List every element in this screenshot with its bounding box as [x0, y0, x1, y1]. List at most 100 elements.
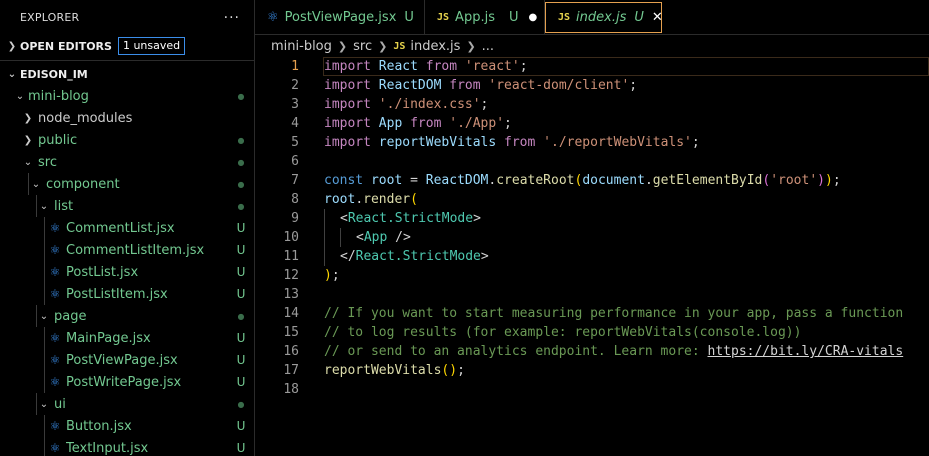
code-line: 14 // If you want to start measuring per… [255, 304, 929, 323]
unsaved-dot-icon[interactable]: ● [528, 12, 537, 23]
untracked-badge: U [236, 243, 246, 257]
code-line: 16 // or send to an analytics endpoint. … [255, 342, 929, 361]
tree-label: PostWritePage.jsx [66, 374, 182, 390]
line-number: 11 [283, 249, 299, 264]
modified-dot-icon: ● [237, 311, 245, 321]
file-mainpage[interactable]: ⚛ MainPage.jsx U [0, 327, 254, 349]
tree-label: TextInput.jsx [66, 440, 149, 456]
folder-page[interactable]: ⌄ page ● [0, 305, 254, 327]
breadcrumb-item[interactable]: src [353, 39, 372, 54]
tree-label: PostViewPage.jsx [66, 352, 178, 368]
chevron-down-icon: ⌄ [39, 200, 49, 212]
indent-guide [44, 283, 45, 305]
tab-index-js[interactable]: JS index.js U ✕ [545, 2, 663, 33]
folder-ui[interactable]: ⌄ ui ● [0, 393, 254, 415]
untracked-badge: U [236, 331, 246, 345]
tree-label: CommentListItem.jsx [66, 242, 205, 258]
js-icon: JS [558, 12, 571, 23]
line-number: 18 [283, 382, 299, 397]
code-text: import './index.css'; [324, 97, 489, 112]
tree-label: CommentList.jsx [66, 220, 175, 236]
breadcrumb: mini-blog ❯ src ❯ JS index.js ❯ ... [255, 35, 929, 57]
chevron-right-icon: ❯ [378, 39, 388, 53]
react-icon: ⚛ [49, 265, 61, 279]
indent-guide [44, 349, 45, 371]
untracked-badge: U [236, 419, 246, 433]
chevron-right-icon: ❯ [337, 39, 348, 53]
react-icon: ⚛ [49, 331, 61, 345]
folder-mini-blog[interactable]: ⌄ mini-blog ● [0, 85, 254, 107]
tab-label: index.js [576, 10, 627, 25]
breadcrumb-item[interactable]: mini-blog [271, 39, 332, 54]
tree-label: PostList.jsx [66, 264, 139, 280]
open-editors-section[interactable]: ❯ OPEN EDITORS 1 unsaved [0, 35, 254, 57]
file-button[interactable]: ⚛ Button.jsx U [0, 415, 254, 437]
indent-guide [36, 195, 37, 217]
line-number: 8 [291, 192, 299, 207]
chevron-down-icon: ⌄ [23, 156, 33, 168]
unsaved-badge: 1 unsaved [117, 37, 186, 55]
file-postlist[interactable]: ⚛ PostList.jsx U [0, 261, 254, 283]
workspace-section[interactable]: ⌄ EDISON_IM [0, 63, 254, 85]
code-line: 18 [255, 380, 929, 399]
code-text: import reportWebVitals from './reportWeb… [324, 135, 700, 150]
breadcrumb-item[interactable]: ... [482, 39, 494, 54]
tab-postviewpage[interactable]: ⚛ PostViewPage.jsx U [255, 0, 425, 35]
tab-app-js[interactable]: JS App.js U ● [425, 0, 545, 35]
code-line: 8 root.render( [255, 190, 929, 209]
file-commentlistitem[interactable]: ⚛ CommentListItem.jsx U [0, 239, 254, 261]
code-text: reportWebVitals(); [324, 363, 465, 378]
more-actions-icon[interactable]: ··· [224, 10, 240, 26]
file-commentlist[interactable]: ⚛ CommentList.jsx U [0, 217, 254, 239]
code-line: 3 import './index.css'; [255, 95, 929, 114]
chevron-right-icon: ❯ [23, 112, 33, 124]
indent-guide [44, 415, 45, 437]
close-icon[interactable]: ✕ [652, 10, 663, 25]
folder-component[interactable]: ⌄ component ● [0, 173, 254, 195]
code-text: import App from './App'; [324, 116, 512, 131]
line-number: 1 [291, 59, 299, 74]
react-icon: ⚛ [49, 419, 61, 433]
code-line: 4 import App from './App'; [255, 114, 929, 133]
tree-label: mini-blog [28, 88, 89, 104]
chevron-down-icon: ⌄ [39, 398, 49, 410]
untracked-badge: U [236, 287, 246, 301]
modified-dot-icon: ● [237, 157, 245, 167]
breadcrumb-item[interactable]: index.js [410, 39, 460, 54]
file-postlistitem[interactable]: ⚛ PostListItem.jsx U [0, 283, 254, 305]
line-number: 9 [291, 211, 299, 226]
code-line: 10 <App /> [255, 228, 929, 247]
file-postviewpage[interactable]: ⚛ PostViewPage.jsx U [0, 349, 254, 371]
file-textinput[interactable]: ⚛ TextInput.jsx U [0, 437, 254, 456]
untracked-badge: U [404, 10, 414, 25]
untracked-badge: U [236, 353, 246, 367]
modified-dot-icon: ● [237, 179, 245, 189]
code-line: 12 ); [255, 266, 929, 285]
line-number: 3 [291, 97, 299, 112]
code-line: 9 <React.StrictMode> [255, 209, 929, 228]
code-editor[interactable]: 1 import React from 'react'; 2 import Re… [255, 57, 929, 456]
code-text: import React from 'react'; [324, 59, 528, 74]
explorer-sidebar: EXPLORER ··· ❯ OPEN EDITORS 1 unsaved ⌄ … [0, 0, 255, 456]
tree-label: public [38, 132, 78, 148]
folder-node-modules[interactable]: ❯ node_modules [0, 107, 254, 129]
file-postwritepage[interactable]: ⚛ PostWritePage.jsx U [0, 371, 254, 393]
code-text: </React.StrictMode> [340, 249, 489, 264]
code-line: 11 </React.StrictMode> [255, 247, 929, 266]
react-icon: ⚛ [49, 353, 61, 367]
indent-guide [324, 209, 325, 266]
tree-label: Button.jsx [66, 418, 132, 434]
folder-src[interactable]: ⌄ src ● [0, 151, 254, 173]
modified-dot-icon: ● [237, 135, 245, 145]
code-line: 1 import React from 'react'; [255, 57, 929, 76]
untracked-badge: U [634, 10, 644, 25]
react-icon: ⚛ [49, 243, 61, 257]
workspace-label: EDISON_IM [20, 67, 88, 81]
folder-list[interactable]: ⌄ list ● [0, 195, 254, 217]
folder-public[interactable]: ❯ public ● [0, 129, 254, 151]
tree-label: src [38, 154, 57, 170]
chevron-right-icon: ❯ [466, 39, 476, 53]
indent-guide [44, 239, 45, 261]
cra-vitals-link[interactable]: https://bit.ly/CRA-vitals [708, 344, 904, 359]
react-icon: ⚛ [49, 287, 61, 301]
